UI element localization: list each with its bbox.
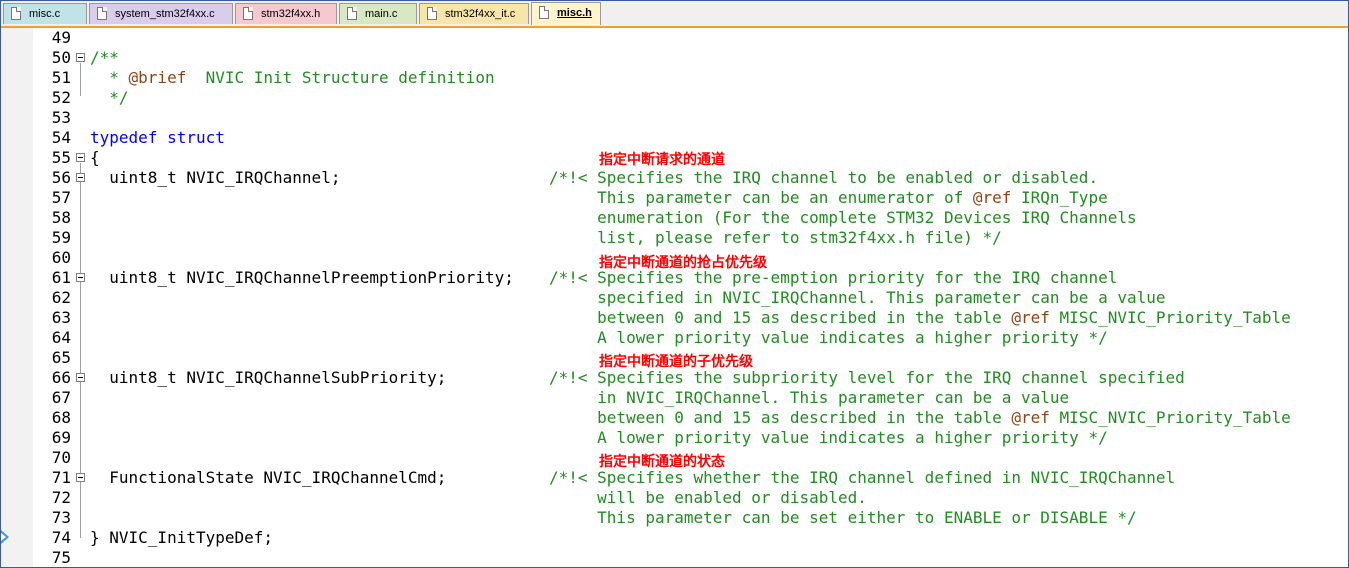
line-number: 69 [51,428,71,447]
line-number: 66 [51,368,71,387]
line-number: 51 [51,68,71,87]
line-number: 60 [51,248,71,267]
tab-label: main.c [365,8,398,20]
comment-line: /*!< Specifies the subpriority level for… [549,368,1185,387]
comment-line: specified in NVIC_IRQChannel. This param… [549,288,1166,307]
line-number: 70 [51,448,71,467]
line-number: 58 [51,208,71,227]
tab-label: stm32f4xx_it.c [445,8,516,20]
comment-text: This parameter can be an enumerator of [549,188,973,207]
comment-text: NVIC Init Structure definition [186,68,495,87]
annotation-channel-state: 指定中断通道的状态 [599,454,725,470]
comment-line: in NVIC_IRQChannel. This parameter can b… [549,388,1070,407]
line-number: 55 [51,148,71,167]
comment-line: between 0 and 15 as described in the tab… [549,408,1291,428]
fold-toggle-icon[interactable] [76,153,85,162]
code-line-54: typedef struct [90,128,225,148]
comment-text: between 0 and 15 as described in the tab… [549,408,1012,427]
line-number: 64 [51,328,71,347]
code-line-51: * @brief NVIC Init Structure definition [90,68,495,88]
line-number: 68 [51,408,71,427]
file-icon [347,7,357,20]
fold-guide [80,63,81,96]
tab-label: system_stm32f4xx.c [115,8,215,20]
line-number: 52 [51,88,71,107]
tab-label: misc.c [29,8,61,20]
annotation-preemption-priority: 指定中断通道的抢占优先级 [599,255,767,271]
line-number: 63 [51,308,71,327]
comment-line: This parameter can be set either to ENAB… [549,508,1137,527]
code-line-56: uint8_t NVIC_IRQChannel; [90,168,341,187]
tab-stm32f4xx-it-c[interactable]: stm32f4xx_it.c [419,3,529,24]
doc-tag-brief: @brief [128,68,187,87]
comment-line: A lower priority value indicates a highe… [549,328,1108,347]
fold-toggle-icon[interactable] [76,173,85,182]
comment-line: /*!< Specifies the IRQ channel to be ena… [549,168,1099,187]
line-number: 49 [51,28,71,47]
comment-line: A lower priority value indicates a highe… [549,428,1108,447]
annotation-sub-priority: 指定中断通道的子优先级 [599,354,753,370]
comment-text: IRQn_Type [1011,188,1108,207]
comment-text: MISC_NVIC_Priority_Table [1049,408,1291,427]
file-icon [11,7,21,20]
line-number: 75 [51,548,71,567]
keyword-typedef: typedef [90,128,158,147]
fold-toggle-icon[interactable] [76,273,85,282]
tab-main-c[interactable]: main.c [339,3,417,24]
fold-toggle-icon[interactable] [76,53,85,62]
tab-stm32f4xx-h[interactable]: stm32f4xx.h [235,3,337,24]
line-number: 62 [51,288,71,307]
tab-misc-c[interactable]: misc.c [3,3,87,24]
tab-label: misc.h [557,7,592,19]
code-line-74: } NVIC_InitTypeDef; [90,528,274,547]
keyword-struct: struct [167,128,225,147]
code-line-55: { [90,148,100,167]
fold-toggle-icon[interactable] [76,473,85,482]
comment-line: /*!< Specifies whether the IRQ channel d… [549,468,1176,487]
file-icon [243,7,253,20]
line-number: 57 [51,188,71,207]
comment-line: enumeration (For the complete STM32 Devi… [549,208,1137,227]
line-number: 73 [51,508,71,527]
line-number: 74 [51,528,71,547]
line-number: 59 [51,228,71,247]
doc-tag-ref: @ref [1011,408,1050,427]
comment-line: This parameter can be an enumerator of @… [549,188,1108,208]
code-line-52: */ [90,88,129,107]
comment-star: * [90,68,129,87]
tab-misc-h[interactable]: misc.h [531,2,601,25]
line-number: 50 [51,48,71,67]
file-icon [427,7,437,20]
code-line-61: uint8_t NVIC_IRQChannelPreemptionPriorit… [90,268,514,287]
file-icon [539,6,549,19]
code-line-50: /** [90,48,119,67]
line-number: 71 [51,468,71,487]
comment-text: MISC_NVIC_Priority_Table [1049,308,1291,327]
tab-system-stm32f4xx-c[interactable]: system_stm32f4xx.c [89,3,233,24]
comment-line: list, please refer to stm32f4xx.h file) … [549,228,1002,247]
current-line-arrow-inner [1,533,6,541]
tab-label: stm32f4xx.h [261,8,321,20]
line-number: 54 [51,128,71,147]
file-icon [97,7,107,20]
code-line-71: FunctionalState NVIC_IRQChannelCmd; [90,468,447,487]
line-number: 61 [51,268,71,287]
code-line-66: uint8_t NVIC_IRQChannelSubPriority; [90,368,447,387]
editor-window: misc.c system_stm32f4xx.c stm32f4xx.h ma… [0,0,1349,568]
doc-tag-ref: @ref [972,188,1012,207]
annotation-channel: 指定中断请求的通道 [599,152,725,168]
line-number: 65 [51,348,71,367]
fold-toggle-icon[interactable] [76,373,85,382]
line-number: 67 [51,388,71,407]
breakpoint-margin[interactable] [1,28,33,567]
line-number: 53 [51,108,71,127]
comment-text: between 0 and 15 as described in the tab… [549,308,1012,327]
comment-line: will be enabled or disabled. [549,488,867,507]
doc-tag-ref: @ref [1011,308,1050,327]
comment-line: between 0 and 15 as described in the tab… [549,308,1291,328]
line-number: 56 [51,168,71,187]
line-number: 72 [51,488,71,507]
file-tab-bar: misc.c system_stm32f4xx.c stm32f4xx.h ma… [1,1,1348,28]
